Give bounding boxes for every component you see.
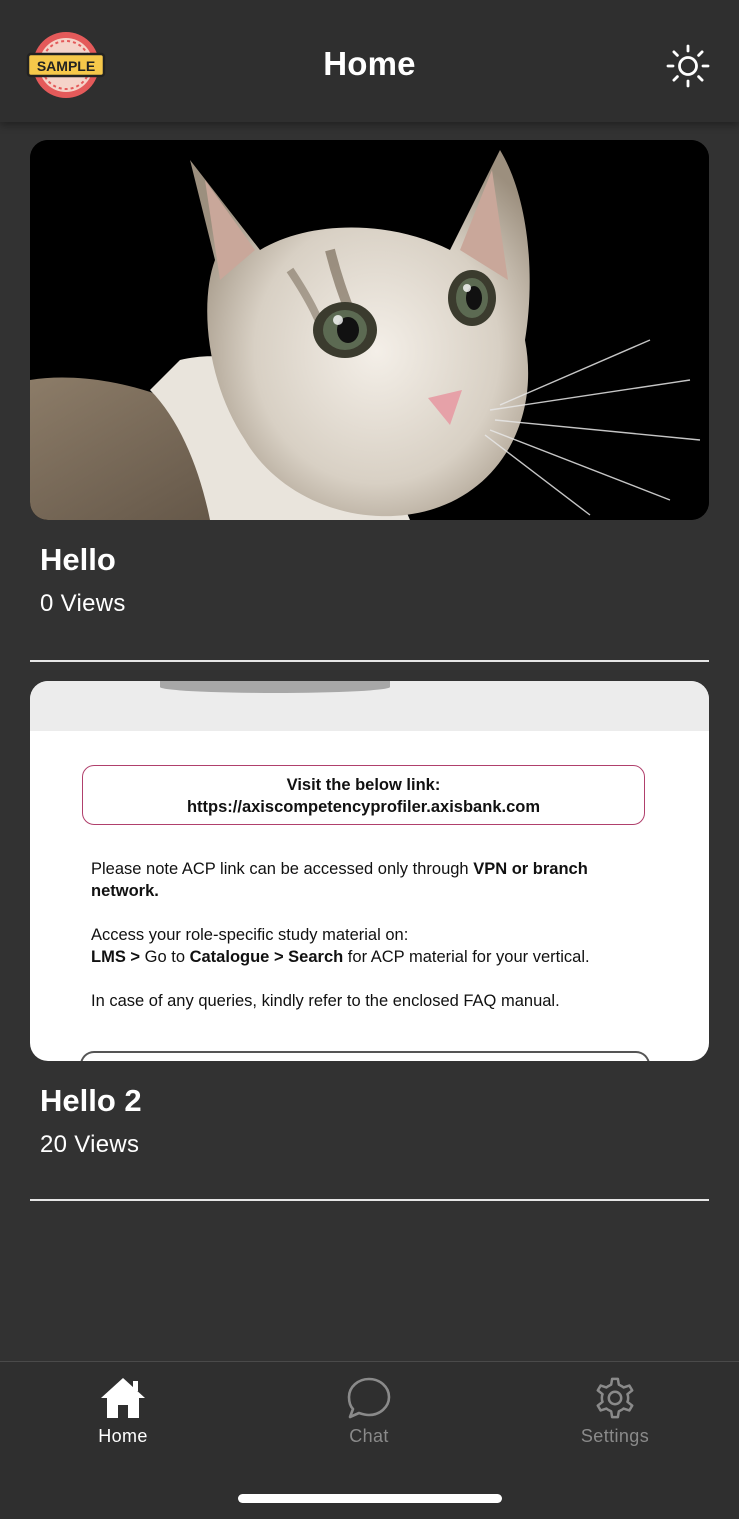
post-feed: Hello 0 Views Visit the below link: http… [30,140,709,1201]
post-views: 0 Views [40,590,126,617]
document-queries-line: In case of any queries, kindly refer to … [91,990,651,1012]
document-bottom-box [80,1051,650,1061]
queries-text: In case of any queries, kindly refer to … [91,992,560,1010]
tab-label: Chat [349,1426,389,1446]
app-header: SAMPLE Home [0,0,739,122]
post-image-document[interactable]: Visit the below link: https://axiscompet… [30,681,709,1061]
divider [30,1199,709,1201]
document-header-strip [30,681,709,731]
document-access-line: Access your role-specific study material… [91,924,651,946]
note-text: Please note ACP link can be accessed onl… [91,860,474,878]
path-lms: LMS > [91,948,141,966]
tab-label: Home [98,1426,148,1446]
path-separator: > [269,948,289,966]
theme-toggle-button[interactable] [664,42,712,90]
path-search: Search [288,948,344,966]
document-path-line: LMS > Go to Catalogue > Search for ACP m… [91,946,651,968]
sun-icon [666,44,710,88]
home-indicator[interactable] [238,1494,502,1503]
tab-settings[interactable]: Settings [535,1376,695,1456]
chat-bubble-icon [347,1377,391,1419]
tab-label: Settings [580,1426,650,1446]
home-icon [101,1378,145,1418]
post-card[interactable]: Visit the below link: https://axiscompet… [30,681,709,1159]
document-note: Please note ACP link can be accessed onl… [91,858,651,902]
post-card[interactable]: Hello 0 Views [30,140,709,618]
tab-chat[interactable]: Chat [289,1376,449,1456]
tab-home[interactable]: Home [43,1376,203,1456]
path-catalogue: Catalogue [189,948,270,966]
link-url: https://axiscompetencyprofiler.axisbank.… [186,798,541,816]
access-text: Access your role-specific study material… [91,926,409,944]
post-views: 20 Views [40,1131,140,1158]
page-title: Home [323,45,416,82]
post-image-cat[interactable] [30,140,709,520]
path-rest: for ACP material for your vertical. [343,948,590,966]
divider [30,660,709,662]
post-title: Hello [40,542,116,577]
gear-icon [596,1377,634,1419]
document-link-box: Visit the below link: https://axiscompet… [82,765,645,825]
link-heading: Visit the below link: [286,776,441,794]
path-goto: Go to [140,948,190,966]
post-title: Hello 2 [40,1083,142,1118]
